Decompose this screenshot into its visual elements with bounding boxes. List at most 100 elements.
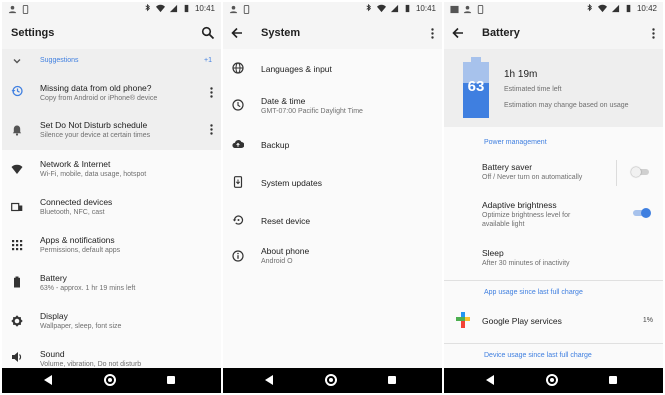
battery-screen: 10:42 Battery 63 1h 19m Estimated time l… xyxy=(444,2,663,393)
person-icon xyxy=(229,5,238,14)
more-vert-icon[interactable] xyxy=(210,87,213,98)
system-item-title: Backup xyxy=(261,140,290,150)
adaptive-brightness-subtitle: available light xyxy=(482,221,525,228)
system-item-title: System updates xyxy=(261,178,322,188)
system-item-subtitle: GMT-07:00 Pacific Daylight Time xyxy=(261,108,363,115)
nav-recents-icon[interactable] xyxy=(388,376,396,384)
system-item-about[interactable]: About phone Android O xyxy=(223,240,442,274)
phone-icon xyxy=(477,5,484,14)
settings-item-title: Sound xyxy=(40,349,65,359)
suggestions-count: +1 xyxy=(204,57,212,64)
more-vert-icon[interactable] xyxy=(431,28,434,39)
app-usage-item[interactable]: Google Play services 1% xyxy=(444,307,663,335)
system-item-reset[interactable]: Reset device xyxy=(223,206,442,236)
nav-bar xyxy=(444,368,663,393)
arrow-back-icon[interactable] xyxy=(451,26,465,40)
status-bar: 10:41 xyxy=(2,2,221,18)
device-usage-header: Device usage since last full charge xyxy=(484,352,592,359)
apps-icon xyxy=(12,240,23,251)
settings-item-sound[interactable]: Sound Volume, vibration, Do not disturb xyxy=(2,343,221,369)
page-title: Battery xyxy=(482,27,520,39)
battery-level-text: 63 xyxy=(467,78,485,95)
nav-home-icon[interactable] xyxy=(546,374,558,386)
settings-item-network[interactable]: Network & Internet Wi-Fi, mobile, data u… xyxy=(2,153,221,189)
nav-back-icon[interactable] xyxy=(44,375,52,385)
adaptive-brightness-title: Adaptive brightness xyxy=(482,200,557,210)
settings-item-connected-devices[interactable]: Connected devices Bluetooth, NFC, cast xyxy=(2,191,221,227)
adaptive-brightness-toggle[interactable] xyxy=(633,208,651,218)
status-time: 10:41 xyxy=(415,4,436,13)
system-item-title: Date & time xyxy=(261,96,306,106)
globe-icon xyxy=(232,62,244,74)
search-icon[interactable] xyxy=(201,26,215,40)
more-vert-icon[interactable] xyxy=(210,124,213,135)
settings-item-display[interactable]: Display Wallpaper, sleep, font size xyxy=(2,305,221,341)
phone-icon xyxy=(22,5,29,14)
nav-back-icon[interactable] xyxy=(486,375,494,385)
settings-item-apps[interactable]: Apps & notifications Permissions, defaul… xyxy=(2,229,221,265)
status-bar: 10:42 xyxy=(444,2,663,18)
settings-item-subtitle: Wallpaper, sleep, font size xyxy=(40,323,122,330)
nav-recents-icon[interactable] xyxy=(609,376,617,384)
suggestion-title: Missing data from old phone? xyxy=(40,83,152,93)
nav-bar xyxy=(223,368,442,393)
battery-status-icon xyxy=(184,4,189,13)
battery-saver-toggle[interactable] xyxy=(631,167,649,177)
phone-icon xyxy=(243,5,250,14)
sleep-row[interactable]: Sleep After 30 minutes of inactivity xyxy=(444,243,663,273)
divider xyxy=(444,280,663,281)
page-title: System xyxy=(261,27,301,39)
settings-item-title: Display xyxy=(40,311,68,321)
system-item-subtitle: Android O xyxy=(261,258,293,265)
google-play-services-icon xyxy=(456,312,470,328)
battery-status-icon xyxy=(626,4,631,13)
power-management-header: Power management xyxy=(484,139,547,146)
adaptive-brightness-row[interactable]: Adaptive brightness Optimize brightness … xyxy=(444,195,663,235)
settings-item-title: Connected devices xyxy=(40,197,113,207)
toggle-knob xyxy=(641,208,651,218)
status-time: 10:41 xyxy=(194,4,215,13)
person-icon xyxy=(463,5,472,14)
toggle-knob xyxy=(631,167,641,177)
estimated-label: Estimated time left xyxy=(504,86,562,93)
suggestions-label: Suggestions xyxy=(40,57,79,64)
app-name: Google Play services xyxy=(482,316,562,326)
suggestions-header[interactable]: Suggestions +1 xyxy=(2,53,221,71)
battery-time-left: 1h 19m xyxy=(504,69,538,80)
settings-item-subtitle: Permissions, default apps xyxy=(40,247,121,254)
settings-item-title: Apps & notifications xyxy=(40,235,115,245)
app-bar: Battery xyxy=(444,18,663,49)
chevron-down-icon xyxy=(13,59,21,64)
volume-icon xyxy=(12,352,22,362)
app-usage-header: App usage since last full charge xyxy=(484,289,583,296)
nav-home-icon[interactable] xyxy=(104,374,116,386)
sleep-title: Sleep xyxy=(482,248,504,258)
battery-saver-row[interactable]: Battery saver Off / Never turn on automa… xyxy=(444,157,663,191)
bluetooth-icon xyxy=(366,4,371,12)
system-item-updates[interactable]: System updates xyxy=(223,168,442,198)
wifi-signal-icon xyxy=(597,4,607,13)
suggestion-item-dnd[interactable]: Set Do Not Disturb schedule Silence your… xyxy=(2,114,221,148)
wifi-signal-icon xyxy=(155,4,165,13)
arrow-back-icon[interactable] xyxy=(230,26,244,40)
clock-icon xyxy=(232,99,244,111)
restore-icon xyxy=(232,215,244,225)
battery-header: 63 1h 19m Estimated time left Estimation… xyxy=(444,49,663,127)
settings-item-battery[interactable]: Battery 63% - approx. 1 hr 19 mins left xyxy=(2,267,221,303)
system-item-backup[interactable]: Backup xyxy=(223,130,442,160)
suggestion-item-missing-data[interactable]: Missing data from old phone? Copy from A… xyxy=(2,77,221,111)
system-item-languages[interactable]: Languages & input xyxy=(223,54,442,84)
more-vert-icon[interactable] xyxy=(652,28,655,39)
nav-home-icon[interactable] xyxy=(325,374,337,386)
system-item-date-time[interactable]: Date & time GMT-07:00 Pacific Daylight T… xyxy=(223,91,442,125)
bluetooth-icon xyxy=(145,4,150,12)
settings-item-title: Battery xyxy=(40,273,67,283)
nav-recents-icon[interactable] xyxy=(167,376,175,384)
battery-saver-subtitle: Off / Never turn on automatically xyxy=(482,174,583,181)
page-title: Settings xyxy=(11,27,55,39)
nav-bar xyxy=(2,368,221,393)
divider xyxy=(444,343,663,344)
suggestion-subtitle: Copy from Android or iPhone® device xyxy=(40,95,158,102)
nav-back-icon[interactable] xyxy=(265,375,273,385)
system-item-title: Reset device xyxy=(261,216,311,226)
